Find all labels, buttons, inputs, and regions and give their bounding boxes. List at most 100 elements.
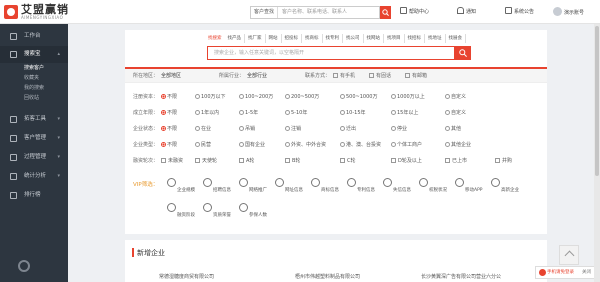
tab-6[interactable]: 找专利 xyxy=(323,34,343,43)
vip-filter-patent[interactable]: 专利信息 xyxy=(347,175,387,197)
filter-option[interactable]: 1000万以上 xyxy=(391,91,425,103)
sidebar-item-stats[interactable]: 统计分析 ▾ xyxy=(0,168,68,185)
filter-option[interactable]: 不限 xyxy=(161,107,177,119)
filter-option[interactable]: 外资、中外合资 xyxy=(285,139,326,151)
notify-link[interactable]: 通知 xyxy=(457,7,476,18)
tab-10[interactable]: 找招标 xyxy=(405,34,425,43)
filter-option[interactable]: 已上市 xyxy=(445,155,467,167)
brand-logo[interactable]: 艾盟赢销 AIMENGYINGXIAO xyxy=(4,3,90,21)
sidebar-item-search[interactable]: 搜索宝 ▴ xyxy=(0,46,68,63)
filter-option[interactable]: 国有企业 xyxy=(239,139,265,151)
tab-8[interactable]: 找网站 xyxy=(364,34,384,43)
filter-option[interactable]: 自定义 xyxy=(445,91,466,103)
tab-12[interactable]: 找展会 xyxy=(446,34,466,43)
vip-filter-trademark[interactable]: 商标信息 xyxy=(311,175,351,197)
scrollbar-thumb[interactable] xyxy=(595,26,599,176)
filter-option[interactable]: 港、澳、台投资 xyxy=(340,139,381,151)
top-search-input[interactable]: 客户查找 客户名称、联系电话、联系人 xyxy=(250,6,380,19)
customers-icon xyxy=(10,135,17,142)
top-search-button[interactable] xyxy=(380,6,391,19)
tab-9[interactable]: 找项目 xyxy=(384,34,405,43)
filter-option[interactable]: 100~200万 xyxy=(239,91,273,103)
industry-select[interactable]: 全部行业 xyxy=(247,69,267,83)
filter-option[interactable]: 未融资 xyxy=(161,155,183,167)
sidebar-sub-search-customer[interactable]: 搜索客户 xyxy=(0,64,68,73)
main-search-button[interactable] xyxy=(455,46,471,60)
vip-filter-dishonest[interactable]: 失信信息 xyxy=(383,175,423,197)
main-search-input[interactable]: 搜索企业，输入任意关键词，以空格隔开 xyxy=(207,46,455,60)
filter-option[interactable]: 10-15年 xyxy=(340,107,366,119)
mobile-login-bar[interactable]: 手机请免登录 关闭 xyxy=(535,266,595,279)
filter-option[interactable]: 100万以下 xyxy=(195,91,226,103)
vip-filter-funding[interactable]: 融资阶段 xyxy=(167,200,207,222)
filter-option[interactable]: 停业 xyxy=(391,123,407,135)
filter-option[interactable]: 民营 xyxy=(195,139,211,151)
vip-filter-promo[interactable]: 网络推广 xyxy=(239,175,279,197)
vip-filter-jobs[interactable]: 招聘信息 xyxy=(203,175,243,197)
filter-option[interactable]: 自定义 xyxy=(445,107,466,119)
filter-option[interactable]: D轮及以上 xyxy=(391,155,422,167)
filter-option[interactable]: 迁出 xyxy=(340,123,356,135)
vip-filter-tax[interactable]: 权税状况 xyxy=(419,175,459,197)
filter-option[interactable]: 其他企业 xyxy=(445,139,471,151)
filter-option[interactable]: 天使轮 xyxy=(195,155,217,167)
tab-7[interactable]: 找公司 xyxy=(343,34,364,43)
has-mobile-checkbox[interactable]: 有手机 xyxy=(333,69,355,83)
filter-option[interactable]: 个体工商户 xyxy=(391,139,422,151)
vip-filter-insured[interactable]: 参保人数 xyxy=(239,200,279,222)
company-item[interactable]: 梧州市伟越塑料制品有限公司 xyxy=(295,273,360,280)
vip-filter-honor[interactable]: 资质荣誉 xyxy=(203,200,243,222)
tab-5[interactable]: 找商标 xyxy=(302,34,323,43)
filter-option[interactable]: B轮 xyxy=(285,155,300,167)
sidebar-item-process[interactable]: 过程管理 ▾ xyxy=(0,149,68,166)
company-item[interactable]: 常德湿糖度商贸有限公司 xyxy=(159,273,214,280)
filter-option[interactable]: 15年以上 xyxy=(391,107,418,119)
vip-filter-hightech[interactable]: 高新企业 xyxy=(491,175,531,197)
tools-icon xyxy=(10,116,17,123)
filter-option[interactable]: 5-10年 xyxy=(285,107,307,119)
filter-option[interactable]: 注销 xyxy=(285,123,301,135)
tab-11[interactable]: 找地址 xyxy=(425,34,446,43)
filter-option[interactable]: 其他 xyxy=(445,123,461,135)
tab-1[interactable]: 找产品 xyxy=(225,34,245,43)
sidebar-item-tools[interactable]: 拓客工具 ▾ xyxy=(0,111,68,128)
gear-icon[interactable] xyxy=(18,260,30,272)
help-center-link[interactable]: 帮助中心 xyxy=(400,7,429,18)
tab-2[interactable]: 找厂家 xyxy=(245,34,266,43)
sidebar-item-ranking[interactable]: 排行榜 xyxy=(0,187,68,204)
vip-filter-scale[interactable]: 企业规模 xyxy=(167,175,207,197)
filter-option[interactable]: A轮 xyxy=(239,155,254,167)
scrollbar[interactable] xyxy=(594,24,600,282)
close-button[interactable]: 关闭 xyxy=(582,267,591,278)
filter-option[interactable]: 不限 xyxy=(161,139,177,151)
company-item[interactable]: 长沙黄翼深广告有限公司营业六分公 xyxy=(421,273,501,280)
region-select[interactable]: 全部地区 xyxy=(161,69,181,83)
tab-0[interactable]: 找搜索 xyxy=(205,34,225,43)
filter-option[interactable]: 吊销 xyxy=(239,123,255,135)
user-menu[interactable]: 演示账号 xyxy=(553,7,584,18)
tab-4[interactable]: 招投标 xyxy=(282,34,302,43)
filter-option[interactable]: 并购 xyxy=(495,155,512,167)
has-email-checkbox[interactable]: 有邮箱 xyxy=(405,69,427,83)
announce-link[interactable]: 系统公告 xyxy=(505,7,534,18)
sidebar-item-customers[interactable]: 客户管理 ▾ xyxy=(0,130,68,147)
sidebar-sub-my-search[interactable]: 我的搜索 xyxy=(0,84,68,93)
announce-icon xyxy=(505,7,512,14)
tab-3[interactable]: 网站 xyxy=(266,34,282,43)
has-phone-checkbox[interactable]: 有固话 xyxy=(369,69,391,83)
filter-option[interactable]: 1-5年 xyxy=(239,107,258,119)
filter-option[interactable]: 不限 xyxy=(161,91,177,103)
scroll-top-button[interactable] xyxy=(559,245,579,265)
sidebar-item-workbench[interactable]: 工作台 xyxy=(0,28,68,45)
sidebar-sub-favorites[interactable]: 收藏夹 xyxy=(0,74,68,83)
search-type-select[interactable]: 客户查找 xyxy=(251,7,278,18)
filter-option[interactable]: 500~1000万 xyxy=(340,91,377,103)
filter-option[interactable]: 在业 xyxy=(195,123,211,135)
filter-option[interactable]: 1年以内 xyxy=(195,107,219,119)
vip-filter-app[interactable]: 移动APP xyxy=(455,175,495,197)
vip-filter-website[interactable]: 网址信息 xyxy=(275,175,315,197)
sidebar-sub-recycle[interactable]: 回收站 xyxy=(0,94,68,103)
filter-option[interactable]: 不限 xyxy=(161,123,177,135)
filter-option[interactable]: C轮 xyxy=(340,155,356,167)
filter-option[interactable]: 200~500万 xyxy=(285,91,319,103)
